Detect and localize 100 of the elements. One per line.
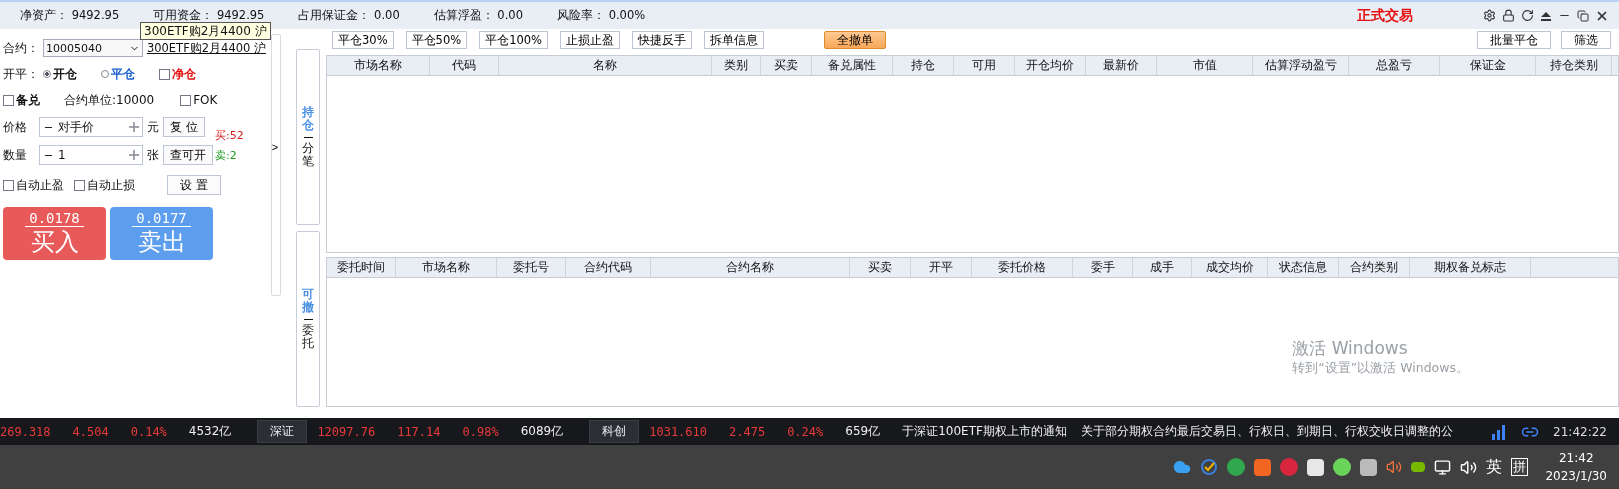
- stepper-field[interactable]: 对手价: [39, 117, 143, 137]
- quote-value: 117.14: [397, 424, 441, 439]
- quote-value: 4532亿: [188, 423, 232, 440]
- speaker-icon[interactable]: [1386, 459, 1403, 475]
- auto-checkbox[interactable]: 自动止盈: [3, 176, 64, 194]
- column-header[interactable]: 委托号: [497, 258, 566, 277]
- chat-icon[interactable]: [1333, 458, 1352, 476]
- quote-value: 4.504: [72, 424, 109, 439]
- column-header[interactable]: 委托时间: [327, 258, 396, 277]
- column-header[interactable]: 市值: [1157, 56, 1253, 75]
- net-position-checkbox[interactable]: 净仓: [159, 65, 196, 83]
- news-headline[interactable]: 关于部分期权合约最后交易日、行权日、到期日、行权交收日调整的公: [1080, 423, 1453, 440]
- account-stat: 估算浮盈： 0.00: [433, 8, 523, 23]
- column-header[interactable]: 持仓: [893, 56, 954, 75]
- column-header[interactable]: 代码: [430, 56, 499, 75]
- column-header[interactable]: 合约名称: [651, 258, 850, 277]
- watermark-hint: 转到“设置”以激活 Windows。: [1292, 360, 1469, 377]
- column-header[interactable]: 成手: [1133, 258, 1192, 277]
- settings-button[interactable]: 设 置: [167, 175, 221, 195]
- column-header[interactable]: 估算浮动盈亏: [1253, 56, 1349, 75]
- lock-icon[interactable]: [1502, 9, 1515, 22]
- column-header[interactable]: 期权备兑标志: [1410, 258, 1531, 277]
- market-tab[interactable]: 科创: [589, 420, 640, 443]
- column-header[interactable]: 状态信息: [1268, 258, 1339, 277]
- quote-value: 12097.76: [317, 424, 376, 439]
- refresh-icon[interactable]: [1521, 9, 1534, 22]
- input-language[interactable]: 英: [1486, 456, 1503, 478]
- ime-mode[interactable]: 拼: [1511, 458, 1529, 476]
- taskbar-clock[interactable]: 21:42 2023/1/30: [1545, 449, 1607, 485]
- app-icon[interactable]: [1307, 458, 1325, 476]
- column-header[interactable]: 开平: [911, 258, 972, 277]
- quote-value: 0.98%: [462, 424, 499, 439]
- field-label: 价格: [3, 118, 28, 136]
- restore-icon[interactable]: [1577, 9, 1589, 22]
- column-header[interactable]: 买卖: [850, 258, 911, 277]
- check-icon[interactable]: [1200, 458, 1219, 476]
- field-button[interactable]: 复 位: [163, 117, 205, 137]
- column-header[interactable]: 委手: [1073, 258, 1133, 277]
- network-icon[interactable]: [1434, 458, 1452, 476]
- action-button[interactable]: 平仓100%: [479, 31, 548, 49]
- collapse-toggle[interactable]: >: [270, 141, 280, 153]
- quote-value: 659亿: [845, 423, 881, 440]
- action-button[interactable]: 平仓50%: [405, 31, 468, 49]
- column-header[interactable]: 买卖: [761, 56, 812, 75]
- contract-select[interactable]: 10005040: [43, 39, 143, 57]
- column-header[interactable]: 类别: [712, 56, 761, 75]
- account-stat: 可用资金： 9492.95: [153, 8, 265, 23]
- quote-value: 0.24%: [787, 424, 824, 439]
- column-header[interactable]: 委托价格: [972, 258, 1073, 277]
- clock: 21:42:22: [1553, 424, 1607, 439]
- fok-checkbox[interactable]: FOK: [180, 93, 218, 107]
- action-button[interactable]: 筛选: [1561, 31, 1611, 49]
- column-header[interactable]: 市场名称: [396, 258, 497, 277]
- column-header[interactable]: 可用: [954, 56, 1015, 75]
- settings-icon[interactable]: [1483, 9, 1496, 22]
- app-icon[interactable]: [1360, 458, 1378, 476]
- side-tab[interactable]: 可撤 委托: [296, 231, 320, 407]
- column-header[interactable]: 备兑属性: [812, 56, 893, 75]
- stepper-field[interactable]: 1: [39, 145, 143, 165]
- cloud-icon[interactable]: [1173, 458, 1192, 476]
- tooltip: 300ETF购2月4400 沪: [140, 22, 271, 40]
- column-header[interactable]: 持仓类别: [1536, 56, 1612, 75]
- scrollbar[interactable]: [271, 34, 281, 296]
- radio-option[interactable]: 平仓: [101, 65, 135, 83]
- field-button[interactable]: 查可开: [163, 145, 213, 165]
- trading-mode: 正式交易: [1357, 6, 1413, 25]
- column-header[interactable]: 合约类别: [1339, 258, 1410, 277]
- auto-checkbox[interactable]: 自动止损: [74, 176, 135, 194]
- column-header[interactable]: 名称: [499, 56, 712, 75]
- column-header[interactable]: 成交均价: [1192, 258, 1268, 277]
- action-button[interactable]: 拆单信息: [704, 31, 764, 49]
- column-header[interactable]: 保证金: [1440, 56, 1536, 75]
- cancel-all-button[interactable]: 全撤单: [824, 31, 886, 49]
- account-stat: 净资产： 9492.95: [20, 8, 120, 23]
- field-label: 数量: [3, 146, 28, 164]
- plus-icon[interactable]: [129, 122, 139, 132]
- volume-icon[interactable]: [1460, 458, 1478, 476]
- quote-value: 2.475: [729, 424, 766, 439]
- quote-value: 1031.610: [649, 424, 707, 439]
- app-icon[interactable]: [1411, 462, 1426, 472]
- app-icon[interactable]: [1227, 458, 1246, 476]
- market-tab[interactable]: 深证: [257, 420, 308, 443]
- column-header[interactable]: 最新价: [1086, 56, 1157, 75]
- column-header[interactable]: 合约代码: [566, 258, 651, 277]
- column-header[interactable]: 市场名称: [327, 56, 430, 75]
- action-button[interactable]: 止损止盈: [560, 31, 620, 49]
- covered-checkbox[interactable]: 备兑: [3, 91, 40, 109]
- action-button[interactable]: 批量平仓: [1477, 31, 1551, 49]
- sell-max: 卖:2: [215, 149, 238, 163]
- action-button[interactable]: 快捷反手: [632, 31, 692, 49]
- side-tab[interactable]: 持仓 分笔: [296, 49, 320, 225]
- news-headline[interactable]: 于深证100ETF期权上市的通知: [902, 423, 1067, 440]
- column-header[interactable]: 开仓均价: [1015, 56, 1086, 75]
- radio-option[interactable]: 开仓: [43, 65, 77, 83]
- plus-icon[interactable]: [129, 150, 139, 160]
- eject-icon[interactable]: [1540, 9, 1552, 22]
- column-header[interactable]: 总盈亏: [1349, 56, 1440, 75]
- open-close-label: 开平：: [3, 65, 39, 83]
- action-button[interactable]: 平仓30%: [332, 31, 394, 49]
- contract-link[interactable]: 300ETF购2月4400 沪: [146, 40, 266, 56]
